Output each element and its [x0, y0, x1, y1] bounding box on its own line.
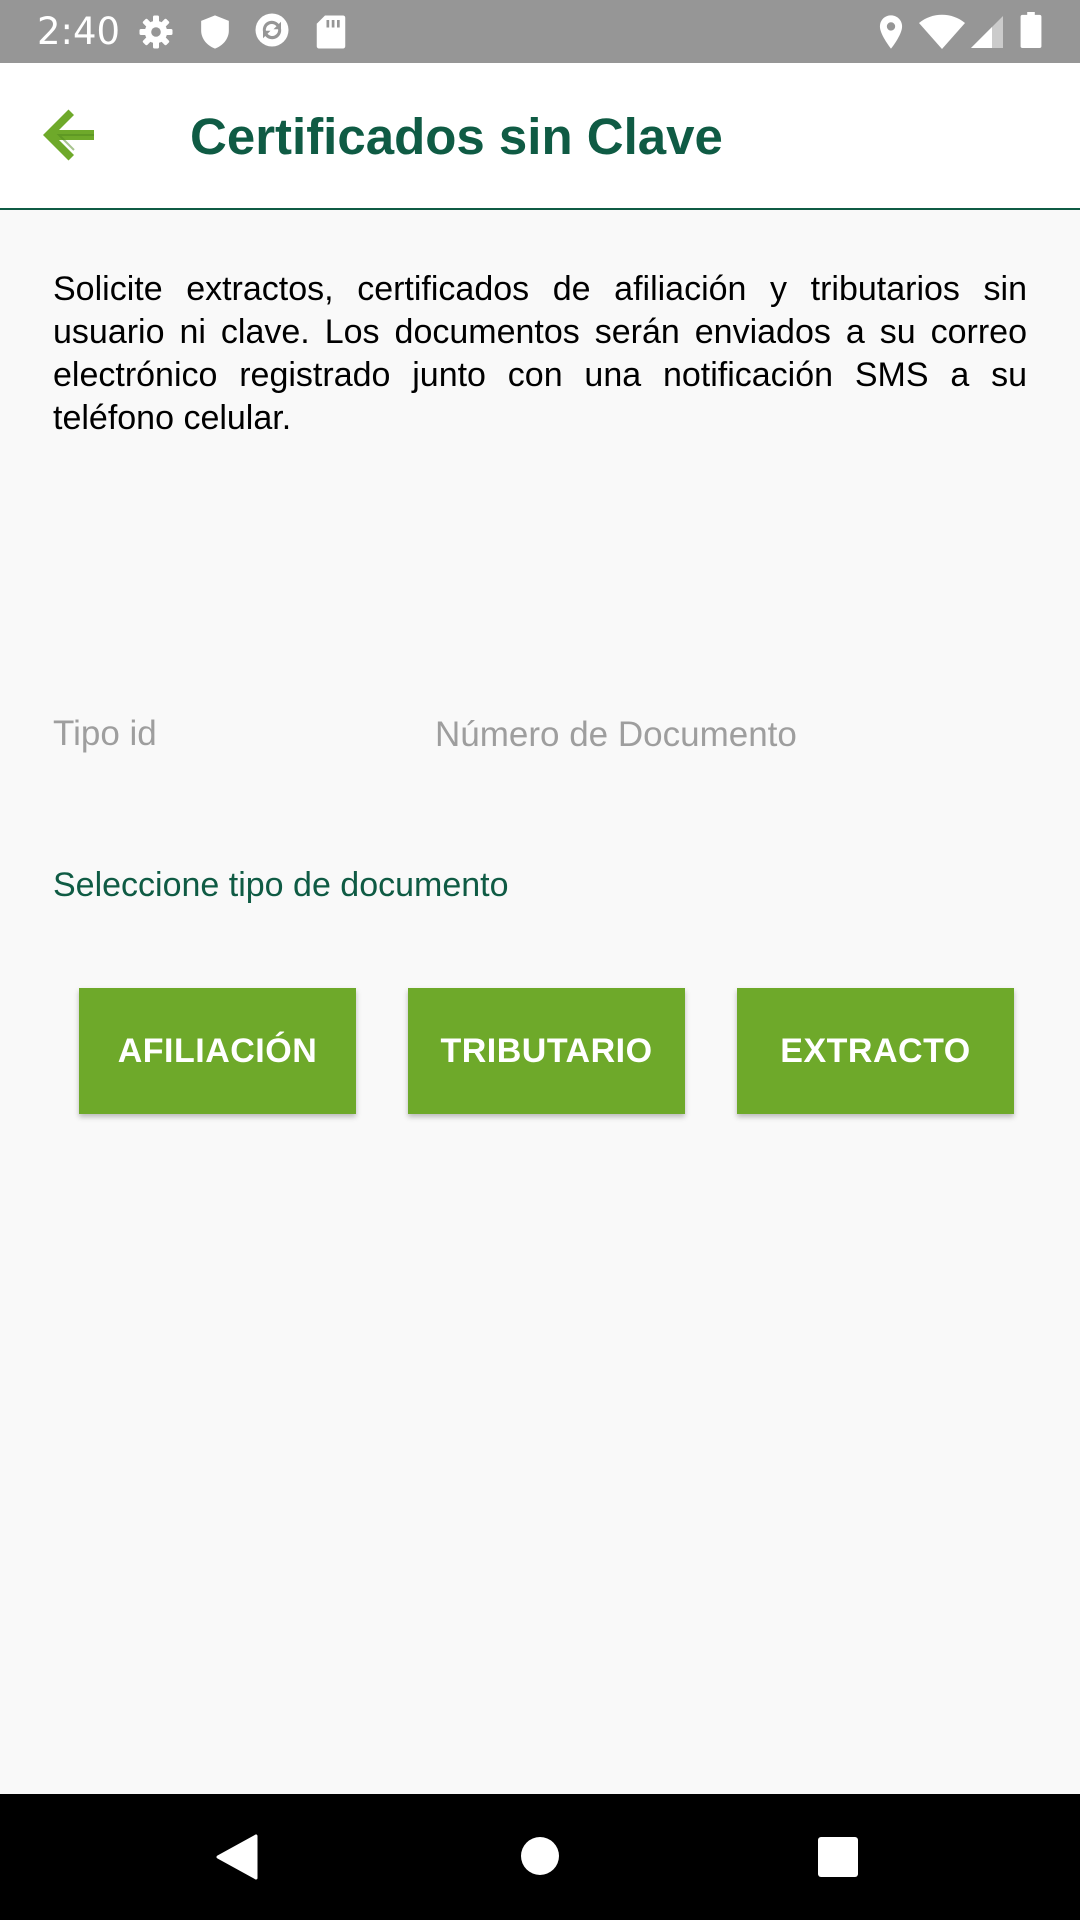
signal-icon: [971, 16, 1003, 48]
afiliacion-button[interactable]: AFILIACIÓN: [79, 988, 356, 1114]
description-text: Solicite extractos, certificados de afil…: [53, 270, 1027, 437]
sync-icon: [255, 13, 289, 47]
sd-card-icon: [316, 15, 346, 49]
wifi-icon: [919, 14, 965, 49]
status-bar: 2:40: [0, 0, 1080, 63]
recents-square-icon[interactable]: [817, 1836, 859, 1878]
page-title: Certificados sin Clave: [190, 108, 723, 165]
back-button[interactable]: [38, 103, 102, 167]
tipo-id-select[interactable]: Tipo id: [53, 712, 383, 766]
tributario-button[interactable]: TRIBUTARIO: [408, 988, 685, 1114]
app-bar: Certificados sin Clave: [0, 63, 1080, 210]
document-number-input[interactable]: [435, 708, 1027, 762]
extracto-button[interactable]: EXTRACTO: [737, 988, 1014, 1114]
arrow-left-icon: [43, 109, 94, 161]
status-time: 2:40: [37, 10, 121, 53]
shield-icon: [201, 15, 229, 49]
navigation-bar: [0, 1794, 1080, 1920]
settings-icon: [139, 15, 173, 49]
battery-icon: [1020, 12, 1042, 48]
select-document-type-label: Seleccione tipo de documento: [53, 866, 509, 904]
back-triangle-icon[interactable]: [216, 1834, 258, 1880]
location-icon: [879, 15, 903, 49]
home-circle-icon[interactable]: [520, 1836, 560, 1876]
